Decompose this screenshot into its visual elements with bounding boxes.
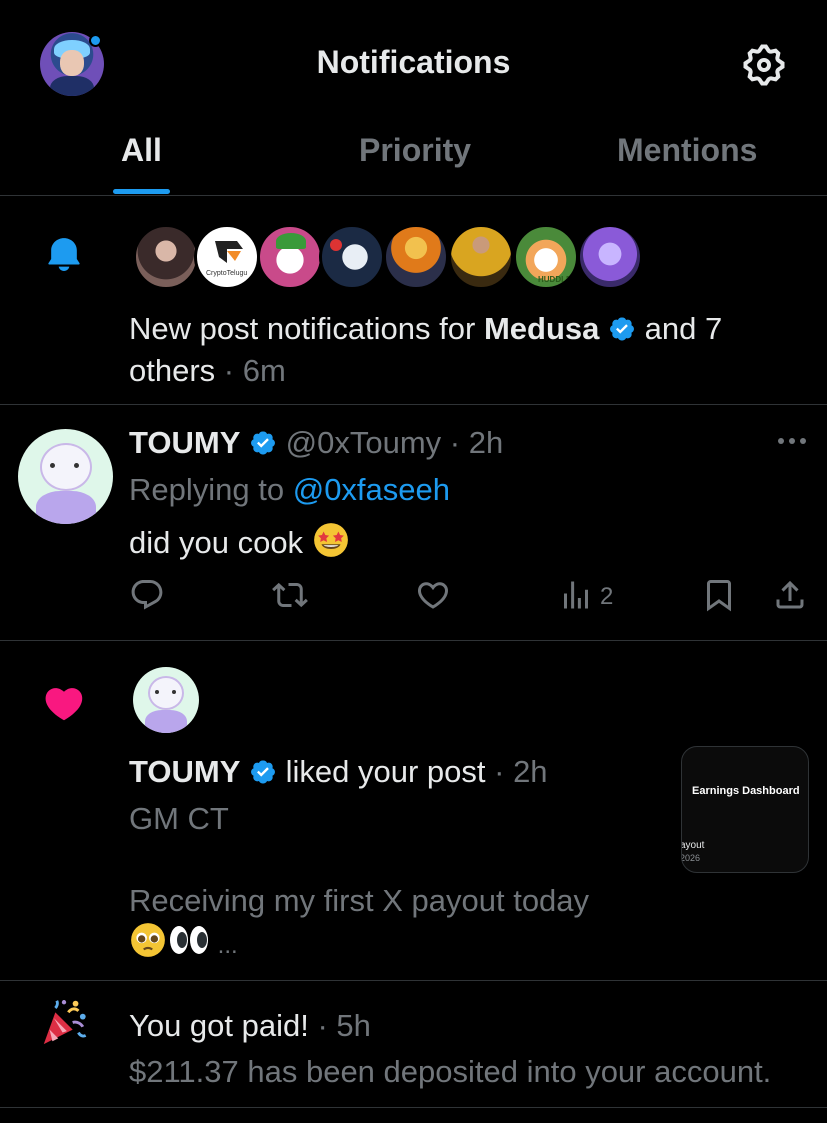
toumy-avatar[interactable] — [18, 429, 113, 524]
timestamp: · 2h — [485, 754, 548, 789]
avatar-badge-text: HUDDLE — [538, 275, 572, 284]
reply-text: did you cook — [129, 521, 350, 564]
tab-all[interactable]: All — [121, 132, 162, 169]
heart-filled-icon — [45, 688, 83, 721]
more-options-icon[interactable] — [776, 433, 808, 449]
notification-new-posts[interactable]: CryptoTelugu HUDDLE New post notificatio… — [0, 197, 827, 405]
liked-post-emojis: ... — [129, 921, 238, 967]
timestamp: · 6m — [215, 353, 286, 388]
notification-reply[interactable]: TOUMY @0xToumy · 2h Replying to @0xfasee… — [0, 405, 827, 641]
notification-prefix: New post notifications for — [129, 311, 484, 346]
tab-bar: All Priority Mentions — [0, 118, 827, 196]
notification-text: New post notifications for Medusa and 7 … — [129, 308, 789, 392]
timestamp: · 2h — [441, 425, 504, 460]
avatar[interactable] — [257, 224, 323, 290]
notification-like[interactable]: TOUMY liked your post · 2h GM CT Receivi… — [0, 641, 827, 981]
page-title: Notifications — [316, 44, 511, 80]
tab-priority[interactable]: Priority — [359, 132, 471, 169]
liked-post-line2: Receiving my first X payout today — [129, 883, 590, 918]
avatar[interactable] — [383, 224, 449, 290]
thumbnail-title: Earnings Dashboard — [692, 785, 800, 797]
avatar[interactable] — [133, 224, 199, 290]
avatar[interactable]: CryptoTelugu — [194, 224, 260, 290]
payout-title: You got paid! — [129, 1008, 309, 1043]
thumbnail-subtitle: ayout — [681, 840, 705, 851]
avatar[interactable] — [577, 224, 643, 290]
payout-title-line: You got paid! · 5h — [129, 1005, 371, 1047]
notification-line2: others — [129, 353, 216, 388]
toumy-avatar[interactable] — [133, 667, 199, 733]
replying-to: Replying to @0xfaseeh — [129, 469, 450, 511]
like-action-text: liked your post — [277, 754, 486, 789]
reply-body: did you cook — [129, 525, 312, 560]
replying-to-handle[interactable]: @0xfaseeh — [293, 472, 450, 507]
like-header: TOUMY liked your post · 2h — [129, 751, 548, 793]
pleading-face-emoji-icon — [131, 923, 165, 957]
verified-badge-icon — [610, 317, 634, 341]
star-struck-emoji-icon — [313, 523, 348, 557]
bell-icon — [48, 238, 80, 271]
active-tab-indicator — [113, 189, 170, 194]
account-name[interactable]: Medusa — [484, 311, 599, 346]
reply-icon[interactable] — [129, 577, 165, 613]
bookmark-icon[interactable] — [701, 577, 737, 613]
heart-icon[interactable] — [415, 577, 451, 613]
share-icon[interactable] — [772, 577, 808, 613]
cryptotelugu-logo-icon — [215, 241, 243, 263]
reply-header: TOUMY @0xToumy · 2h — [129, 422, 503, 464]
replying-to-label: Replying to — [129, 472, 293, 507]
eyes-emoji-icon — [170, 926, 208, 954]
avatar[interactable] — [319, 224, 385, 290]
repost-icon[interactable] — [272, 577, 308, 613]
views-icon[interactable] — [558, 577, 594, 613]
verified-badge-icon — [251, 760, 275, 784]
notification-payout[interactable]: You got paid! · 5h $211.37 has been depo… — [0, 981, 827, 1108]
timestamp: · 5h — [308, 1008, 371, 1043]
action-bar — [0, 575, 827, 615]
settings-gear-icon[interactable] — [740, 41, 788, 89]
account-name[interactable]: TOUMY — [129, 425, 240, 460]
payout-text: $211.37 has been deposited into your acc… — [129, 1054, 772, 1089]
notification-suffix: and 7 — [636, 311, 723, 346]
account-name[interactable]: TOUMY — [129, 754, 240, 789]
post-thumbnail[interactable]: Earnings Dashboard ayout 2026 — [681, 746, 809, 873]
ellipsis: ... — [211, 932, 238, 959]
thumbnail-year: 2026 — [681, 853, 701, 863]
party-popper-icon — [43, 1000, 87, 1045]
avatar[interactable]: HUDDLE — [513, 224, 579, 290]
avatar-badge-text: CryptoTelugu — [206, 270, 248, 277]
top-bar: Notifications — [0, 0, 827, 130]
avatar[interactable] — [448, 224, 514, 290]
verified-badge-icon — [251, 431, 275, 455]
tab-mentions[interactable]: Mentions — [617, 132, 757, 169]
account-handle[interactable]: @0xToumy — [286, 425, 442, 460]
views-count: 2 — [600, 583, 614, 610]
liked-post-line1: GM CT — [129, 801, 229, 836]
